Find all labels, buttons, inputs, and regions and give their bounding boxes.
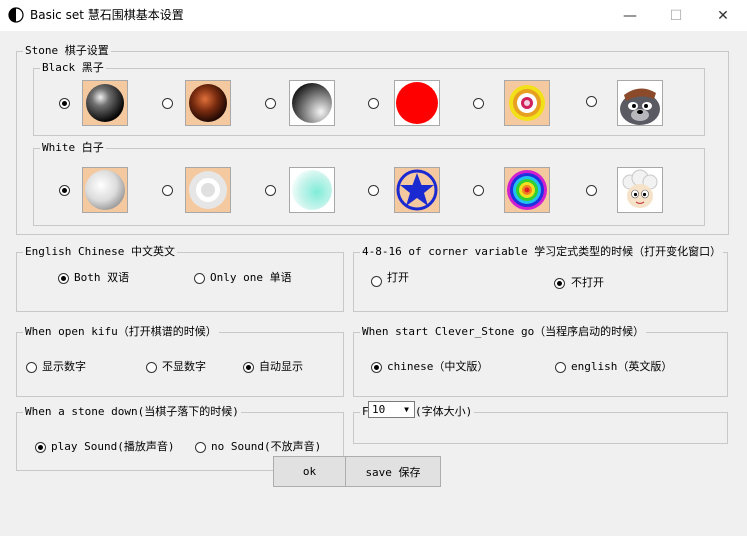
- black-stone-option-4[interactable]: [394, 80, 440, 126]
- save-button[interactable]: save 保存: [345, 456, 441, 487]
- black-stone-option-1[interactable]: [82, 80, 128, 126]
- corner-not-open-label[interactable]: 不打开: [571, 276, 604, 290]
- black-stone-option-3[interactable]: [289, 80, 335, 126]
- white-stone-option-4[interactable]: [394, 167, 440, 213]
- kifu-hide-numbers-label[interactable]: 不显数字: [162, 360, 206, 374]
- chevron-down-icon[interactable]: ▼: [399, 402, 414, 417]
- title-bar: Basic set 慧石围棋基本设置 — ☐ ✕: [0, 0, 747, 31]
- stone-settings-legend: Stone 棋子设置: [25, 44, 109, 57]
- corner-variable-legend: 4-8-16 of corner variable 学习定式类型的时候（打开变化…: [362, 245, 722, 258]
- sound-none-label[interactable]: no Sound(不放声音): [211, 440, 321, 454]
- white-stone-option-6[interactable]: [617, 167, 663, 213]
- white-stone-option-1[interactable]: [82, 167, 128, 213]
- kifu-show-numbers-radio[interactable]: [26, 362, 37, 373]
- white-stone-option-4-radio[interactable]: [368, 185, 379, 196]
- close-button[interactable]: ✕: [700, 0, 746, 31]
- gray-gradient-stone-icon: [290, 81, 334, 125]
- window-title: Basic set 慧石围棋基本设置: [30, 8, 184, 22]
- black-stone-option-5-radio[interactable]: [473, 98, 484, 109]
- kifu-hide-numbers-radio[interactable]: [146, 362, 157, 373]
- white-stone-option-5[interactable]: [504, 167, 550, 213]
- black-glossy-stone-icon: [83, 81, 127, 125]
- startup-english-radio[interactable]: [555, 362, 566, 373]
- black-stone-option-4-radio[interactable]: [368, 98, 379, 109]
- white-stone-option-1-radio[interactable]: [59, 185, 70, 196]
- black-stone-option-3-radio[interactable]: [265, 98, 276, 109]
- red-stone-icon: [395, 81, 439, 125]
- startup-english-label[interactable]: english（英文版）: [571, 360, 672, 374]
- language-both-radio[interactable]: [58, 273, 69, 284]
- sound-play-radio[interactable]: [35, 442, 46, 453]
- sound-none-radio[interactable]: [195, 442, 206, 453]
- language-both-label[interactable]: Both 双语: [74, 271, 129, 285]
- language-only-one-label[interactable]: Only one 单语: [210, 271, 292, 285]
- white-stone-legend: White 白子: [42, 141, 104, 154]
- target-rings-stone-icon: [505, 81, 549, 125]
- stone-sound-legend: When a stone down(当棋子落下的时候): [25, 405, 239, 418]
- font-size-value: 10: [372, 403, 386, 416]
- white-glossy-stone-icon: [83, 168, 127, 212]
- white-stone-option-3-radio[interactable]: [265, 185, 276, 196]
- kifu-show-numbers-label[interactable]: 显示数字: [42, 360, 86, 374]
- ok-button[interactable]: ok: [273, 456, 346, 487]
- black-stone-option-2-radio[interactable]: [162, 98, 173, 109]
- language-legend: English Chinese 中文英文: [25, 245, 175, 258]
- white-stone-group: White 白子: [33, 142, 705, 226]
- corner-not-open-radio[interactable]: [554, 278, 565, 289]
- corner-open-radio[interactable]: [371, 276, 382, 287]
- font-size-select[interactable]: 10 ▼: [368, 401, 415, 418]
- corner-open-label[interactable]: 打开: [387, 271, 409, 285]
- open-kifu-legend: When open kifu（打开棋谱的时候）: [25, 325, 217, 338]
- sound-play-label[interactable]: play Sound(播放声音): [51, 440, 174, 454]
- kifu-auto-show-label[interactable]: 自动显示: [259, 360, 303, 374]
- sheep-cartoon-icon: [618, 168, 662, 212]
- maximize-button[interactable]: ☐: [653, 0, 699, 31]
- blue-star-stone-icon: [395, 168, 439, 212]
- startup-chinese-label[interactable]: chinese（中文版）: [387, 360, 488, 374]
- white-stone-option-3[interactable]: [289, 167, 335, 213]
- kifu-auto-show-radio[interactable]: [243, 362, 254, 373]
- black-stone-legend: Black 黑子: [42, 61, 104, 74]
- black-stone-option-5[interactable]: [504, 80, 550, 126]
- white-stone-option-5-radio[interactable]: [473, 185, 484, 196]
- corner-variable-group: 4-8-16 of corner variable 学习定式类型的时候（打开变化…: [353, 246, 728, 312]
- white-stone-option-2-radio[interactable]: [162, 185, 173, 196]
- white-ring-stone-icon: [186, 168, 230, 212]
- gray-wolf-cartoon-icon: [618, 81, 662, 125]
- black-stone-option-1-radio[interactable]: [59, 98, 70, 109]
- black-stone-option-6[interactable]: [617, 80, 663, 126]
- rainbow-rings-stone-icon: [505, 168, 549, 212]
- minimize-button[interactable]: —: [607, 0, 653, 31]
- white-stone-option-2[interactable]: [185, 167, 231, 213]
- black-stone-option-6-radio[interactable]: [586, 96, 597, 107]
- black-stone-option-2[interactable]: [185, 80, 231, 126]
- language-only-one-radio[interactable]: [194, 273, 205, 284]
- brown-glossy-stone-icon: [186, 81, 230, 125]
- program-start-legend: When start Clever_Stone go（当程序启动的时候）: [362, 325, 645, 338]
- startup-chinese-radio[interactable]: [371, 362, 382, 373]
- white-stone-option-6-radio[interactable]: [586, 185, 597, 196]
- app-icon: [8, 7, 24, 23]
- mint-gradient-stone-icon: [290, 168, 334, 212]
